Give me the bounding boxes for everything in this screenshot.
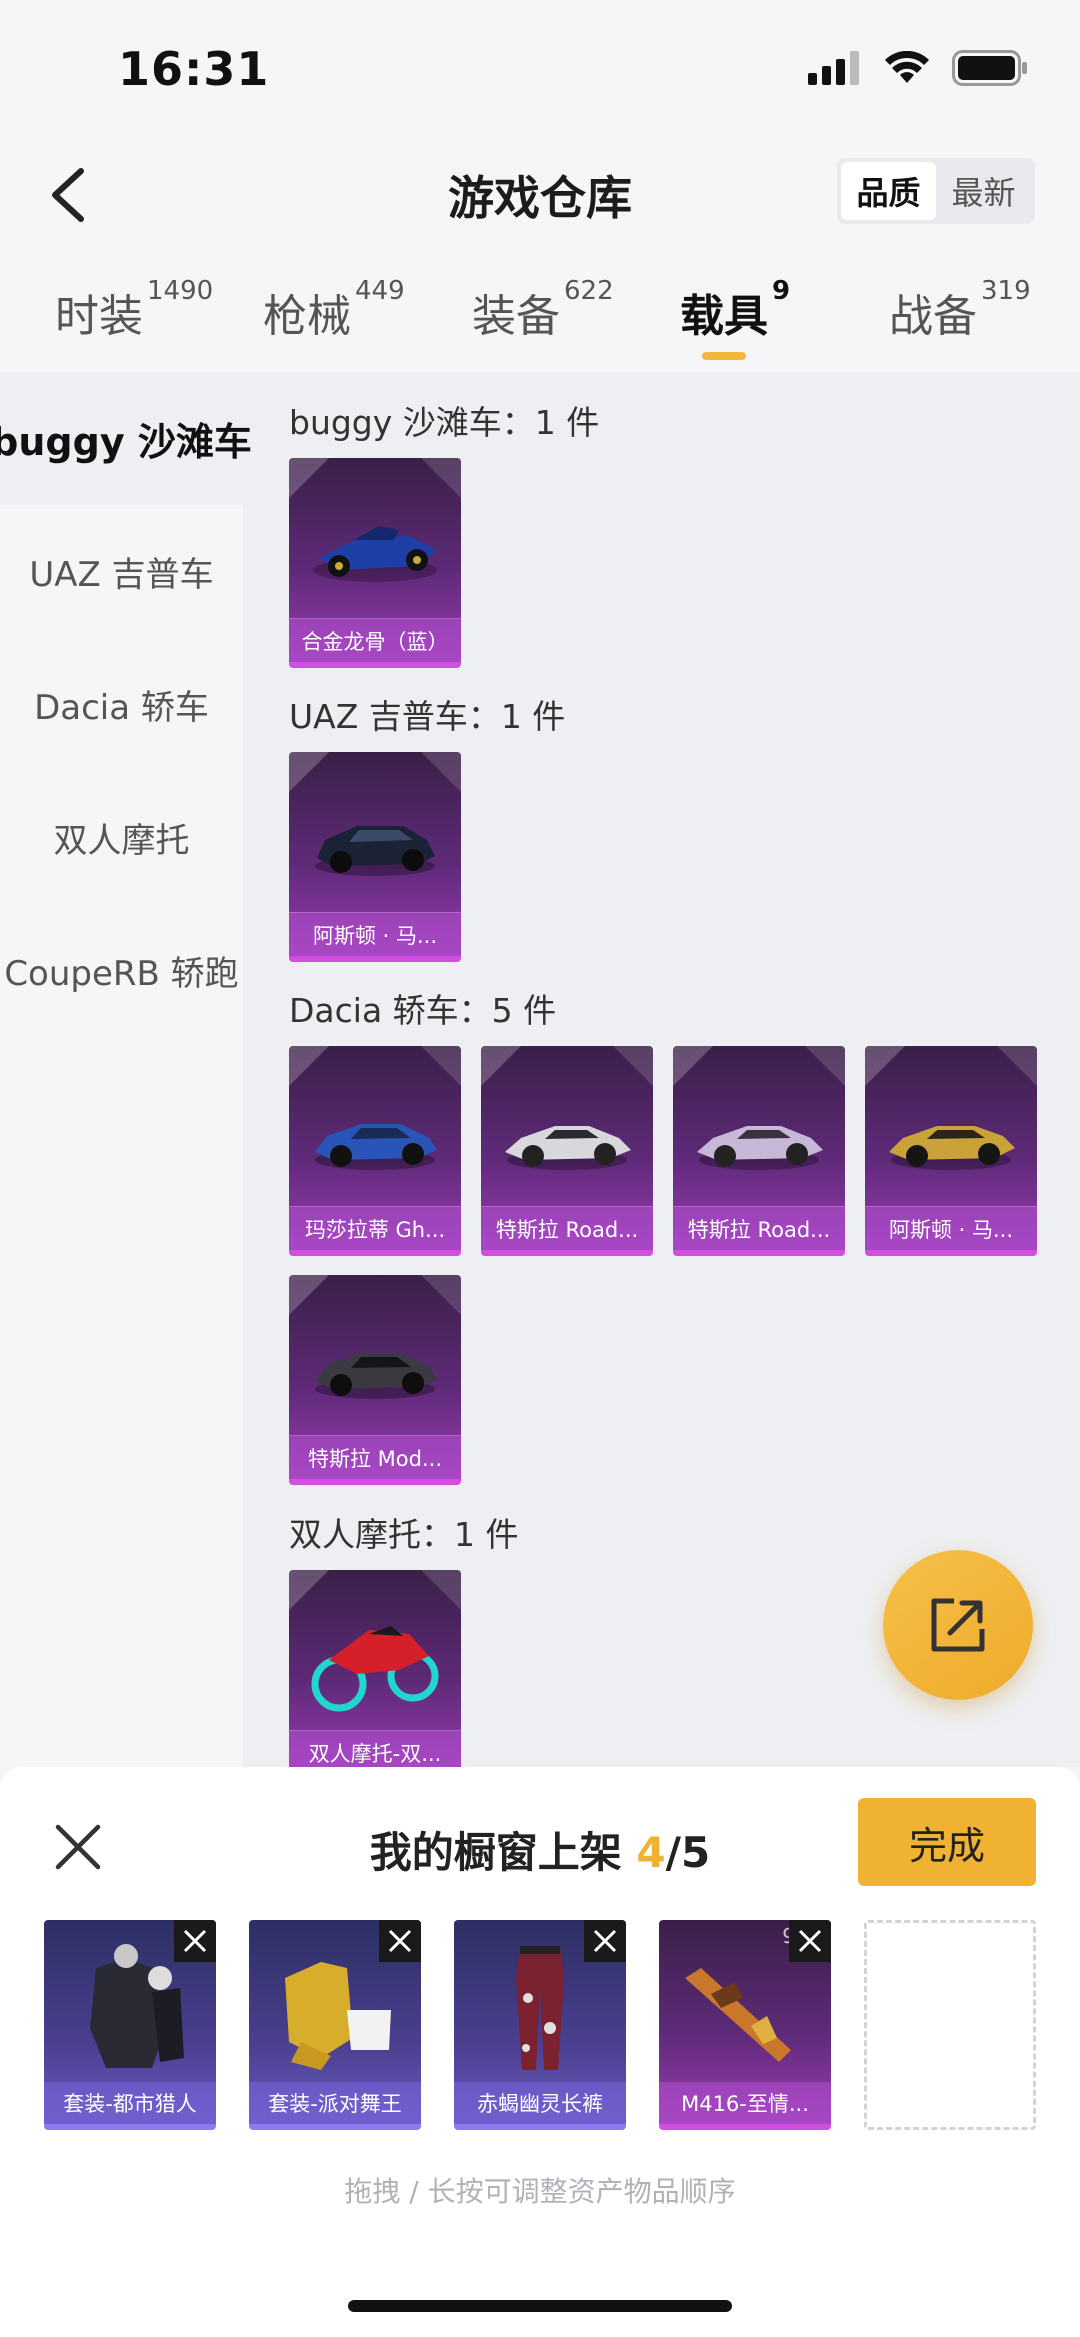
remove-button[interactable]: [584, 1920, 626, 1962]
sidebar-item-buggy[interactable]: buggy 沙滩车: [0, 372, 252, 505]
tab-count: 1490: [147, 276, 214, 306]
sidebar-item-motorcycle[interactable]: 双人摩托: [0, 771, 243, 904]
inventory-content: buggy 沙滩车 UAZ 吉普车 Dacia 轿车 双人摩托 CoupeRB …: [0, 372, 1080, 1767]
tab-label: 战备: [889, 291, 977, 342]
item-card[interactable]: 玛莎拉蒂 Gh...: [289, 1046, 461, 1256]
category-tabs: 时装 1490 枪械 449 装备 622 载具 9 战备 319: [0, 270, 1080, 370]
tab-label: 载具: [680, 291, 768, 342]
group-title: Dacia 轿车：5 件: [289, 991, 557, 1030]
sidebar-item-uaz[interactable]: UAZ 吉普车: [0, 505, 243, 638]
item-label: 特斯拉 Mod...: [289, 1435, 461, 1479]
sidebar-item-couperb[interactable]: CoupeRB 轿跑: [0, 904, 243, 1037]
item-card[interactable]: 双人摩托-双...: [289, 1570, 461, 1767]
back-button[interactable]: [32, 160, 102, 230]
group-title: buggy 沙滩车：1 件: [289, 403, 600, 442]
suv-icon: [315, 826, 435, 876]
group-title: 双人摩托：1 件: [289, 1515, 519, 1554]
close-icon: [593, 1929, 617, 1953]
close-button[interactable]: [48, 1817, 108, 1877]
shelf-item[interactable]: 9 M416-至情...: [659, 1920, 831, 2130]
done-button[interactable]: 完成: [858, 1798, 1036, 1886]
wifi-icon: [885, 51, 929, 83]
status-time: 16:31: [118, 42, 270, 96]
tab-equipment[interactable]: 装备 622: [472, 276, 614, 344]
shelf-count: 4: [636, 1828, 666, 1877]
header: 游戏仓库 品质 最新: [0, 140, 1080, 250]
signal-icon: [808, 51, 859, 85]
item-label: 双人摩托-双...: [289, 1730, 461, 1767]
shelf-item-label: 套装-都市猎人: [44, 2082, 216, 2124]
remove-button[interactable]: [174, 1920, 216, 1962]
item-card[interactable]: 阿斯顿 · 马...: [289, 752, 461, 962]
remove-button[interactable]: [789, 1920, 831, 1962]
close-icon: [798, 1929, 822, 1953]
reorder-hint: 拖拽 / 长按可调整资产物品顺序: [344, 2175, 736, 2208]
sort-toggle: 品质 最新: [837, 158, 1035, 224]
item-card[interactable]: 合金龙骨（蓝）: [289, 458, 461, 668]
sheet-title-text: 我的橱窗上架: [369, 1828, 637, 1877]
shelf-item[interactable]: 套装-派对舞王: [249, 1920, 421, 2130]
sedan-icon: [315, 1353, 437, 1399]
shelf-item[interactable]: 套装-都市猎人: [44, 1920, 216, 2130]
group-title: UAZ 吉普车：1 件: [289, 697, 566, 736]
item-label: 阿斯顿 · 马...: [289, 912, 461, 956]
home-indicator: [348, 2300, 732, 2312]
status-bar: 16:31: [0, 0, 1080, 140]
close-icon: [388, 1929, 412, 1953]
shelf-total: /5: [665, 1828, 711, 1877]
sports-car-icon: [889, 1126, 1015, 1170]
item-card[interactable]: 特斯拉 Road...: [673, 1046, 845, 1256]
tab-count: 319: [981, 276, 1031, 306]
share-button[interactable]: [883, 1550, 1033, 1700]
shelf-item[interactable]: 赤蝎幽灵长裤: [454, 1920, 626, 2130]
item-label: 特斯拉 Road...: [481, 1206, 653, 1250]
tab-count: 449: [355, 276, 405, 306]
tab-label: 枪械: [263, 291, 351, 342]
battery-icon: [952, 50, 1027, 86]
sports-car-icon: [697, 1126, 823, 1170]
item-card[interactable]: 特斯拉 Road...: [481, 1046, 653, 1256]
item-label: 玛莎拉蒂 Gh...: [289, 1206, 461, 1250]
tab-count: 622: [564, 276, 614, 306]
close-icon: [55, 1824, 101, 1870]
shelf-item-label: 套装-派对舞王: [249, 2082, 421, 2124]
close-icon: [183, 1929, 207, 1953]
sort-newest-button[interactable]: 最新: [936, 162, 1031, 220]
race-car-icon: [313, 526, 437, 582]
item-label: 阿斯顿 · 马...: [865, 1206, 1037, 1250]
item-card[interactable]: 特斯拉 Mod...: [289, 1275, 461, 1485]
chevron-left-icon: [52, 168, 84, 222]
tab-label: 时装: [55, 291, 143, 342]
shelf-item-label: M416-至情...: [659, 2082, 831, 2124]
tab-fashion[interactable]: 时装 1490: [55, 276, 213, 344]
item-card[interactable]: 阿斯顿 · 马...: [865, 1046, 1037, 1256]
item-label: 合金龙骨（蓝）: [289, 618, 461, 662]
tab-count: 9: [772, 276, 791, 306]
sidebar: buggy 沙滩车 UAZ 吉普车 Dacia 轿车 双人摩托 CoupeRB …: [0, 372, 252, 1767]
sports-car-icon: [505, 1126, 631, 1170]
tab-supplies[interactable]: 战备 319: [889, 276, 1031, 344]
sort-quality-button[interactable]: 品质: [841, 162, 936, 220]
motorcycle-icon: [311, 1626, 439, 1712]
sidebar-item-dacia[interactable]: Dacia 轿车: [0, 638, 243, 771]
sedan-icon: [315, 1124, 437, 1170]
tab-active-indicator: [702, 352, 746, 360]
shelf-item-label: 赤蝎幽灵长裤: [454, 2082, 626, 2124]
empty-shelf-slot[interactable]: [864, 1920, 1036, 2130]
tab-label: 装备: [472, 291, 560, 342]
share-icon: [931, 1598, 985, 1652]
item-label: 特斯拉 Road...: [673, 1206, 845, 1250]
tab-weapons[interactable]: 枪械 449: [263, 276, 405, 344]
status-icons: [808, 50, 1028, 86]
tab-vehicles[interactable]: 载具 9: [680, 276, 790, 344]
remove-button[interactable]: [379, 1920, 421, 1962]
